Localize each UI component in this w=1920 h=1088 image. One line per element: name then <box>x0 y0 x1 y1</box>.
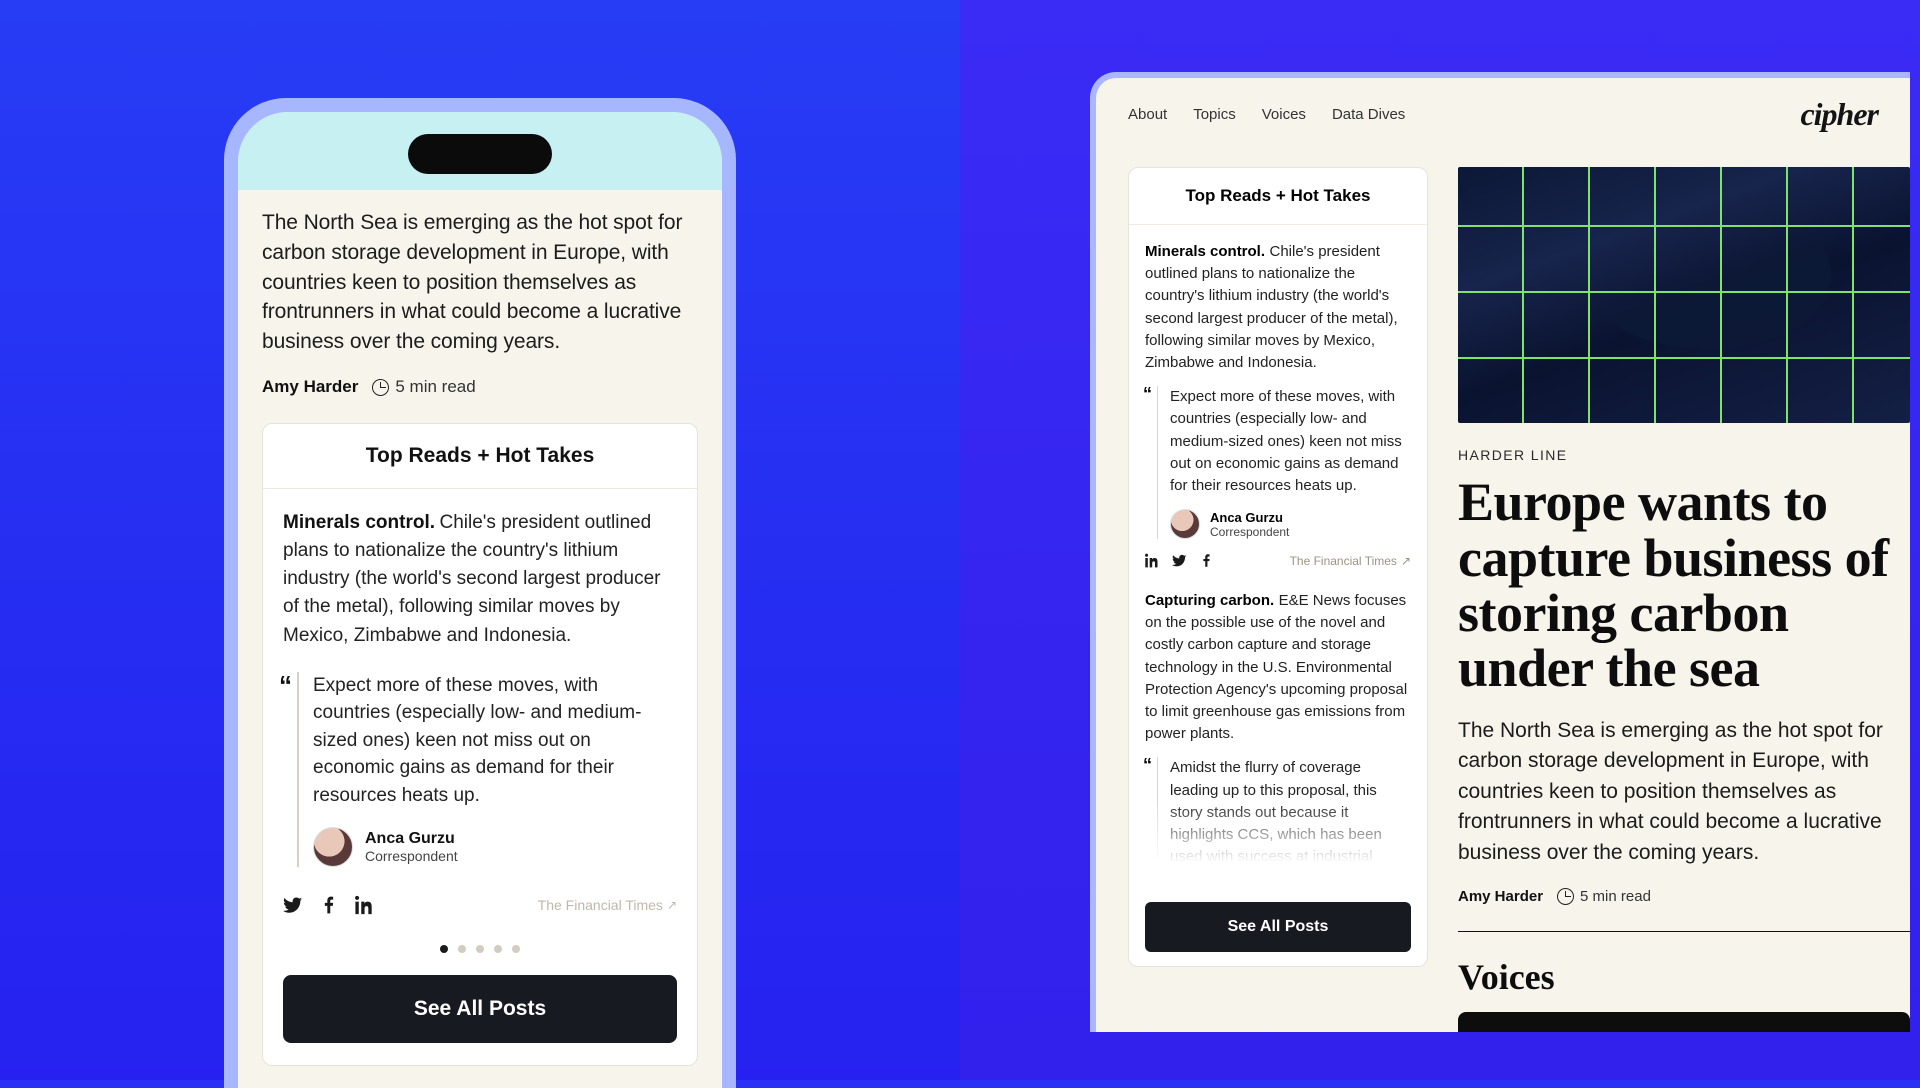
top-reads-scroll[interactable]: Minerals control. Chile's president outl… <box>1129 225 1427 890</box>
article-kicker: HARDER LINE <box>1458 447 1910 463</box>
open-quote-icon: “ <box>279 670 292 701</box>
facebook-icon[interactable] <box>319 895 339 915</box>
article-lead: The North Sea is emerging as the hot spo… <box>262 208 698 357</box>
top-reads-header: Top Reads + Hot Takes <box>1129 168 1427 225</box>
sidebar-item: Capturing carbon. E&E News focuses on th… <box>1145 590 1411 890</box>
open-quote-icon: “ <box>1143 384 1152 405</box>
twitter-icon[interactable] <box>283 895 303 915</box>
article-readtime: 5 min read <box>372 377 475 397</box>
article-byline: Amy Harder 5 min read <box>1458 888 1910 905</box>
phone-frame: The North Sea is emerging as the hot spo… <box>224 98 736 1088</box>
share-row <box>1145 553 1214 568</box>
carousel-dot[interactable] <box>476 945 484 953</box>
readtime-label: 5 min read <box>1580 888 1651 905</box>
hero-image <box>1458 167 1910 423</box>
quote-text: Amidst the flurry of coverage leading up… <box>1170 757 1411 890</box>
avatar <box>313 827 353 867</box>
share-row <box>283 895 375 915</box>
nav-links: About Topics Voices Data Dives <box>1128 106 1405 123</box>
quote-text: Expect more of these moves, with countri… <box>1170 386 1411 497</box>
quote-author-role: Correspondent <box>1210 525 1289 539</box>
see-all-posts-button[interactable]: See All Posts <box>283 975 677 1043</box>
page-body: Top Reads + Hot Takes Minerals control. … <box>1096 143 1910 1032</box>
status-bar <box>238 112 722 190</box>
external-arrow-icon: ↗ <box>667 898 677 912</box>
take-text: E&E News focuses on the possible use of … <box>1145 592 1407 742</box>
source-link[interactable]: The Financial Times ↗ <box>1290 554 1411 568</box>
readtime-label: 5 min read <box>395 377 475 397</box>
top-reads-card: Top Reads + Hot Takes Minerals control. … <box>262 423 698 1066</box>
main-article: HARDER LINE Europe wants to capture busi… <box>1458 167 1910 1032</box>
article-byline: Amy Harder 5 min read <box>262 377 698 397</box>
nav-link-topics[interactable]: Topics <box>1193 106 1236 123</box>
see-all-posts-button[interactable]: See All Posts <box>1145 902 1411 952</box>
sidebar-item: Minerals control. Chile's president outl… <box>1145 241 1411 568</box>
article-author: Amy Harder <box>262 377 358 397</box>
top-reads-sidebar: Top Reads + Hot Takes Minerals control. … <box>1128 167 1428 967</box>
top-reads-body: Minerals control. Chile's president outl… <box>263 489 697 881</box>
section-divider <box>1458 931 1910 932</box>
carousel-dot[interactable] <box>458 945 466 953</box>
carousel-dot[interactable] <box>440 945 448 953</box>
take-quote: “ Expect more of these moves, with count… <box>1145 386 1411 539</box>
top-nav: About Topics Voices Data Dives cipher <box>1096 78 1910 143</box>
take-text: Chile's president outlined plans to nati… <box>1145 243 1398 371</box>
article-headline: Europe wants to capture business of stor… <box>1458 475 1910 695</box>
twitter-icon[interactable] <box>1172 553 1187 568</box>
top-reads-header: Top Reads + Hot Takes <box>263 424 697 489</box>
site-logo[interactable]: cipher <box>1800 96 1878 133</box>
voices-heading: Voices <box>1458 956 1910 998</box>
avatar <box>1170 509 1200 539</box>
desktop-preview-panel: About Topics Voices Data Dives cipher To… <box>960 0 1920 1080</box>
take-title: Minerals control. <box>1145 243 1265 260</box>
quote-author-row: Anca Gurzu Correspondent <box>1170 509 1411 539</box>
carousel-dot[interactable] <box>512 945 520 953</box>
phone-screen: The North Sea is emerging as the hot spo… <box>238 112 722 1088</box>
phone-content: The North Sea is emerging as the hot spo… <box>238 190 722 1088</box>
nav-link-about[interactable]: About <box>1128 106 1167 123</box>
facebook-icon[interactable] <box>1199 553 1214 568</box>
take-title: Capturing carbon. <box>1145 592 1274 609</box>
external-arrow-icon: ↗ <box>1401 554 1411 568</box>
article-readtime: 5 min read <box>1557 888 1651 905</box>
quote-author-name: Anca Gurzu <box>1210 510 1289 525</box>
carousel-dots[interactable] <box>263 935 697 975</box>
quote-author-name: Anca Gurzu <box>365 830 458 848</box>
carousel-dot[interactable] <box>494 945 502 953</box>
mobile-preview-panel: The North Sea is emerging as the hot spo… <box>0 0 960 1080</box>
take-quote: “ Amidst the flurry of coverage leading … <box>1145 757 1411 890</box>
voices-card[interactable] <box>1458 1012 1910 1032</box>
clock-icon <box>1557 888 1574 905</box>
open-quote-icon: “ <box>1143 755 1152 776</box>
article-lead: The North Sea is emerging as the hot spo… <box>1458 716 1910 868</box>
nav-link-datadives[interactable]: Data Dives <box>1332 106 1405 123</box>
browser-frame: About Topics Voices Data Dives cipher To… <box>1090 72 1910 1032</box>
quote-author-role: Correspondent <box>365 848 458 864</box>
nav-link-voices[interactable]: Voices <box>1262 106 1306 123</box>
article-author: Amy Harder <box>1458 888 1543 905</box>
source-link[interactable]: The Financial Times ↗ <box>538 897 677 913</box>
card-footer: The Financial Times ↗ <box>263 881 697 935</box>
source-link-label: The Financial Times <box>538 897 663 913</box>
quote-author-row: Anca Gurzu Correspondent <box>313 827 677 867</box>
sidebar-item-footer: The Financial Times ↗ <box>1145 553 1411 568</box>
take-title: Minerals control. <box>283 512 435 533</box>
source-link-label: The Financial Times <box>1290 554 1397 568</box>
phone-notch <box>408 134 552 174</box>
linkedin-icon[interactable] <box>1145 553 1160 568</box>
quote-text: Expect more of these moves, with countri… <box>313 672 677 810</box>
linkedin-icon[interactable] <box>355 895 375 915</box>
clock-icon <box>372 379 389 396</box>
take-quote: “ Expect more of these moves, with count… <box>283 672 677 868</box>
